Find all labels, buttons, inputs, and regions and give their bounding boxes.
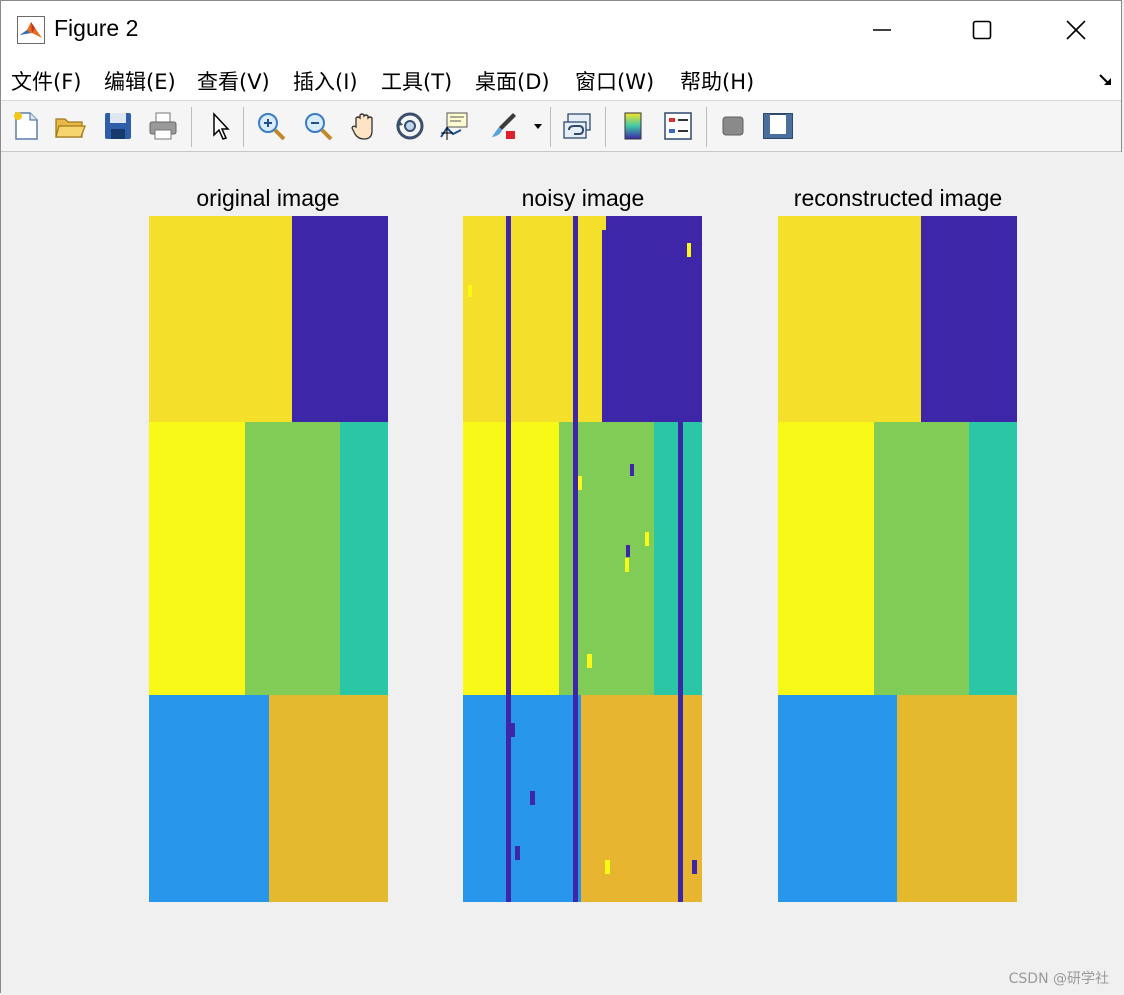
pan-hand-icon xyxy=(351,113,373,140)
brush-button[interactable] xyxy=(487,110,519,142)
link-plot-button[interactable] xyxy=(562,110,594,142)
colorbar-icon xyxy=(624,112,642,140)
open-file-button[interactable] xyxy=(54,110,86,142)
save-icon xyxy=(105,113,131,139)
brush-icon xyxy=(492,113,516,139)
reconstructed-image xyxy=(778,216,1017,902)
original-image-title: original image xyxy=(196,185,340,211)
toolbar-separator xyxy=(550,107,551,147)
title-bar[interactable]: Figure 2 xyxy=(1,1,1121,59)
dock-arrow-icon[interactable] xyxy=(1097,71,1115,89)
maximize-icon xyxy=(972,20,992,40)
rotate-3d-button[interactable] xyxy=(394,110,426,142)
data-cursor-button[interactable] xyxy=(439,110,471,142)
print-icon xyxy=(149,112,177,140)
zoom-out-button[interactable] xyxy=(302,110,334,142)
original-image xyxy=(149,216,388,902)
menu-view[interactable]: 查看(V) xyxy=(197,66,270,96)
watermark: CSDN @研学社 xyxy=(1008,971,1109,987)
toolbar-separator xyxy=(706,107,707,147)
menu-insert[interactable]: 插入(I) xyxy=(293,66,358,96)
menu-help[interactable]: 帮助(H) xyxy=(680,66,754,96)
noisy-image xyxy=(463,216,702,902)
pan-hand-button[interactable] xyxy=(348,110,380,142)
close-icon xyxy=(1066,20,1086,40)
menu-file[interactable]: 文件(F) xyxy=(11,66,81,96)
data-cursor-icon xyxy=(440,112,468,140)
menu-edit[interactable]: 编辑(E) xyxy=(104,66,176,96)
new-figure-icon xyxy=(14,112,38,140)
menu-bar: 文件(F) 编辑(E) 查看(V) 插入(I) 工具(T) 桌面(D) 窗口(W… xyxy=(1,59,1121,100)
figure-window: Figure 2 文件(F) 编辑(E) 查看(V) 插入(I) 工具(T) 桌… xyxy=(0,0,1123,994)
save-button[interactable] xyxy=(102,110,134,142)
select-arrow-icon xyxy=(213,112,230,140)
matlab-icon xyxy=(17,16,45,44)
minimize-button[interactable] xyxy=(859,11,905,49)
noisy-image-title: noisy image xyxy=(521,185,645,211)
toolbar-separator xyxy=(243,107,244,147)
menu-desktop[interactable]: 桌面(D) xyxy=(475,66,550,96)
open-file-icon xyxy=(55,118,86,138)
show-plot-tools-icon xyxy=(763,113,793,139)
hide-plot-tools-button[interactable] xyxy=(717,110,749,142)
colorbar-button[interactable] xyxy=(617,110,649,142)
legend-icon xyxy=(664,112,692,140)
link-plot-icon xyxy=(563,113,591,139)
print-button[interactable] xyxy=(147,110,179,142)
menu-tools[interactable]: 工具(T) xyxy=(381,66,452,96)
brush-dropdown[interactable] xyxy=(531,110,545,142)
show-plot-tools-button[interactable] xyxy=(762,110,794,142)
zoom-in-button[interactable] xyxy=(255,110,287,142)
hide-plot-tools-icon xyxy=(722,116,744,136)
menu-window[interactable]: 窗口(W) xyxy=(575,66,654,96)
maximize-button[interactable] xyxy=(959,11,1005,49)
select-arrow-button[interactable] xyxy=(204,110,236,142)
rotate-3d-icon xyxy=(396,112,424,140)
figure-toolbar xyxy=(1,100,1121,152)
figure-canvas: original image noisy image reconstructed… xyxy=(1,152,1123,994)
minimize-icon xyxy=(873,29,891,31)
window-title: Figure 2 xyxy=(54,15,139,41)
reconstructed-image-title: reconstructed image xyxy=(793,185,1003,211)
toolbar-separator xyxy=(191,107,192,147)
toolbar-separator xyxy=(605,107,606,147)
new-figure-button[interactable] xyxy=(10,110,42,142)
legend-button[interactable] xyxy=(662,110,694,142)
close-button[interactable] xyxy=(1053,11,1099,49)
zoom-out-icon xyxy=(305,113,333,141)
zoom-in-icon xyxy=(258,113,286,141)
chevron-down-icon xyxy=(534,124,542,129)
